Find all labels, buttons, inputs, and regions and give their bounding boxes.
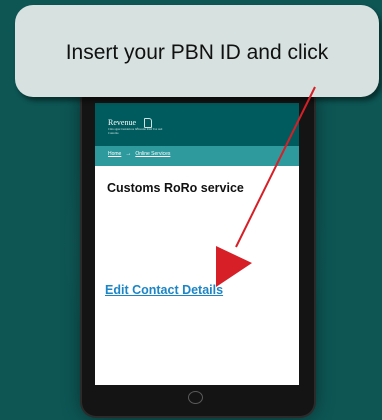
breadcrumb-trail: Home → Online Services bbox=[108, 151, 170, 157]
instruction-callout: Insert your PBN ID and click bbox=[15, 5, 379, 97]
page-title: Customs RoRo service bbox=[107, 181, 244, 195]
tablet-screen: Revenue Cáin agus Custaim na hÉireann Ir… bbox=[95, 103, 299, 385]
callout-text: Insert your PBN ID and click bbox=[65, 41, 329, 64]
breadcrumb-arrow-icon: → bbox=[125, 151, 132, 157]
edit-contact-details-link[interactable]: Edit Contact Details bbox=[105, 283, 223, 297]
revenue-logo[interactable]: Revenue bbox=[108, 118, 136, 127]
breadcrumb-home-link[interactable]: Home bbox=[108, 151, 121, 157]
site-header: Revenue Cáin agus Custaim na hÉireann Ir… bbox=[95, 103, 299, 146]
breadcrumb: Home → Online Services bbox=[95, 146, 299, 166]
home-button-icon[interactable] bbox=[188, 391, 203, 404]
logo-subtitle: Cáin agus Custaim na hÉireann Irish Tax … bbox=[108, 127, 163, 135]
breadcrumb-online-services-link[interactable]: Online Services bbox=[135, 151, 170, 157]
